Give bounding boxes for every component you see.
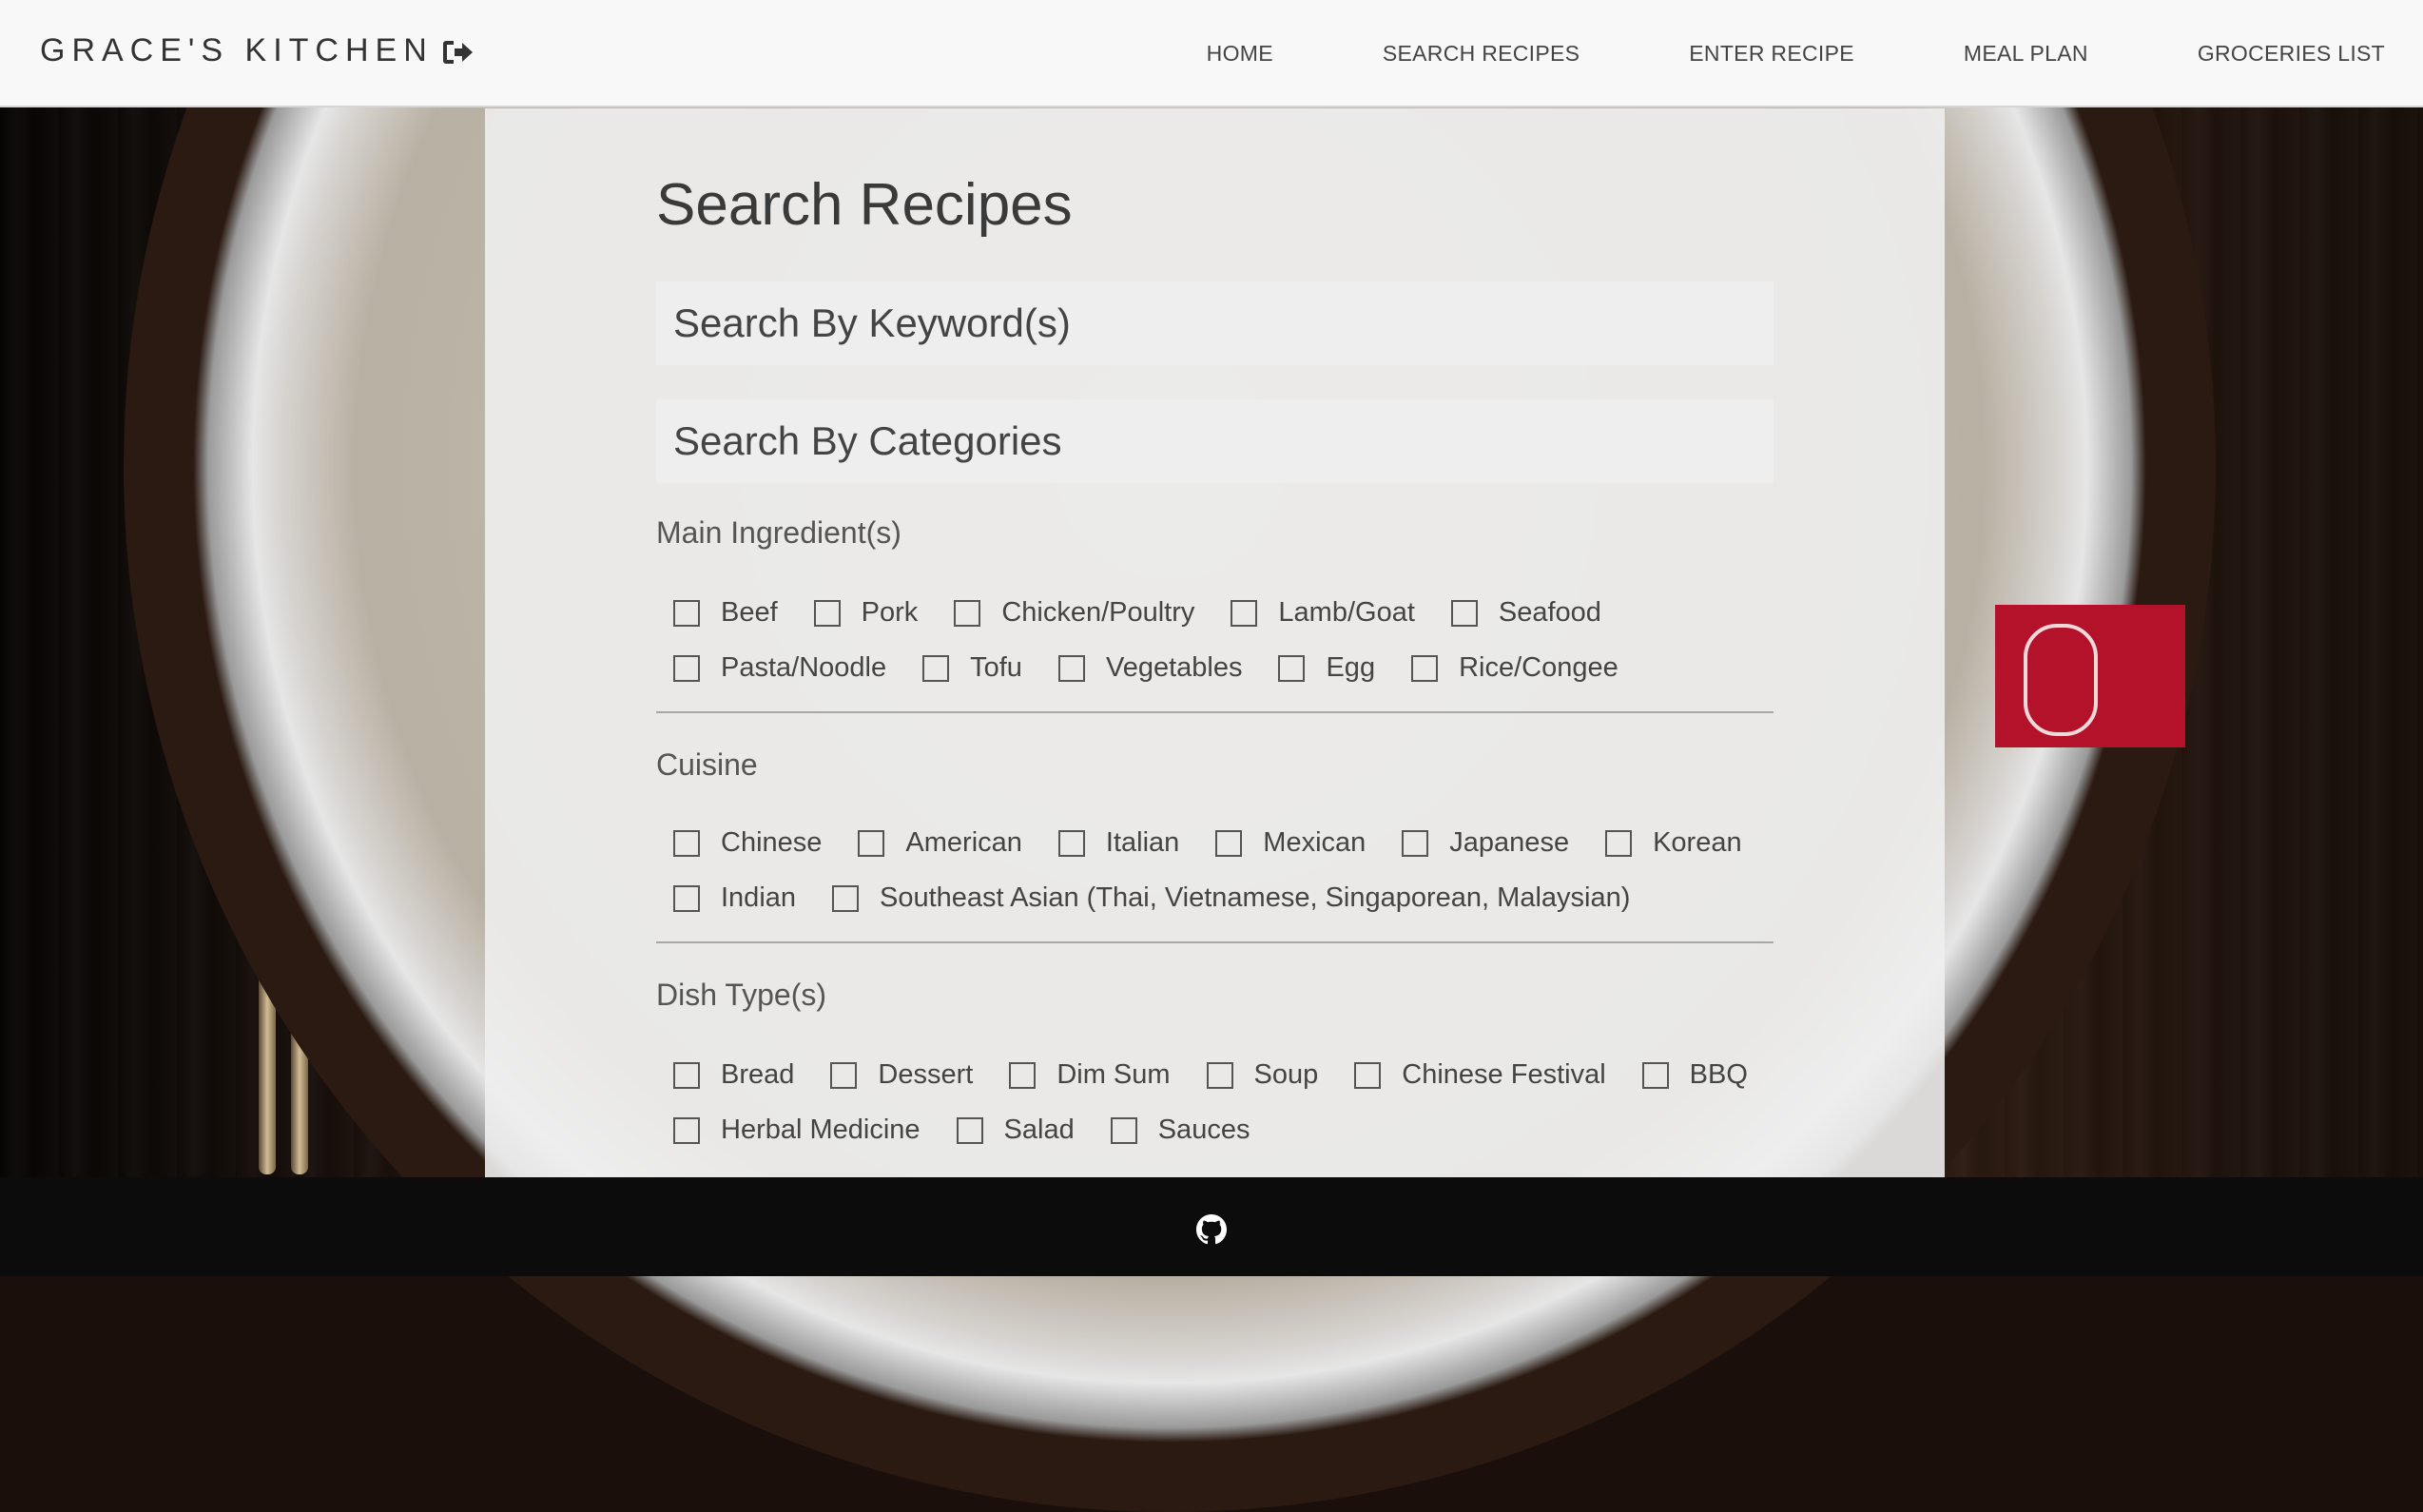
option-rice-congee[interactable]: Rice/Congee [1411, 652, 1619, 684]
option-dessert[interactable]: Dessert [830, 1059, 973, 1091]
checkbox[interactable] [673, 599, 700, 627]
option-mexican[interactable]: Mexican [1215, 827, 1366, 859]
checkbox[interactable] [1110, 1116, 1137, 1144]
checkbox[interactable] [813, 599, 841, 627]
cuisine-row-1: Chinese American Italian Mexican Japanes… [673, 827, 1778, 859]
category-search-input[interactable] [656, 399, 1774, 483]
option-soup[interactable]: Soup [1206, 1059, 1318, 1091]
option-seafood[interactable]: Seafood [1450, 597, 1601, 629]
checkbox[interactable] [1215, 829, 1243, 857]
option-korean[interactable]: Korean [1605, 827, 1742, 859]
top-navbar: GRACE'S KITCHEN HOME SEARCH RECIPES ENTE… [0, 0, 2423, 107]
main-ingredients-row-1: Beef Pork Chicken/Poultry Lamb/Goat Seaf… [673, 597, 1638, 629]
option-sauces[interactable]: Sauces [1110, 1115, 1250, 1146]
nav-groceries-list[interactable]: GROCERIES LIST [2198, 41, 2385, 67]
nav-search-recipes[interactable]: SEARCH RECIPES [1383, 41, 1580, 67]
checkbox[interactable] [673, 1061, 700, 1089]
option-vegetables[interactable]: Vegetables [1057, 652, 1242, 684]
option-tofu[interactable]: Tofu [922, 652, 1022, 684]
checkbox[interactable] [1605, 829, 1633, 857]
option-herbal-medicine[interactable]: Herbal Medicine [673, 1115, 921, 1146]
nav-home[interactable]: HOME [1207, 41, 1273, 67]
checkbox[interactable] [1354, 1061, 1382, 1089]
checkbox[interactable] [922, 654, 950, 682]
option-chicken-poultry[interactable]: Chicken/Poultry [954, 597, 1194, 629]
checkbox[interactable] [673, 654, 700, 682]
checkbox[interactable] [954, 599, 981, 627]
option-lamb-goat[interactable]: Lamb/Goat [1231, 597, 1415, 629]
checkbox[interactable] [1057, 654, 1085, 682]
checkbox[interactable] [1402, 829, 1429, 857]
section-divider [656, 941, 1774, 943]
checkbox[interactable] [1411, 654, 1439, 682]
checkbox[interactable] [1206, 1061, 1233, 1089]
checkbox[interactable] [1641, 1061, 1669, 1089]
main-nav: HOME SEARCH RECIPES ENTER RECIPE MEAL PL… [1097, 0, 2385, 107]
checkbox[interactable] [1450, 599, 1478, 627]
github-icon[interactable] [1196, 1214, 1227, 1245]
option-american[interactable]: American [858, 827, 1022, 859]
checkbox[interactable] [858, 829, 885, 857]
option-pasta-noodle[interactable]: Pasta/Noodle [673, 652, 886, 684]
option-indian[interactable]: Indian [673, 882, 796, 914]
option-southeast-asian[interactable]: Southeast Asian (Thai, Vietnamese, Singa… [832, 882, 1630, 914]
option-bread[interactable]: Bread [673, 1059, 794, 1091]
page-title: Search Recipes [656, 172, 1073, 238]
brand-logo[interactable]: GRACE'S KITCHEN [40, 32, 434, 69]
cuisine-heading: Cuisine [656, 747, 758, 782]
dish-types-row-1: Bread Dessert Dim Sum Soup Chinese Festi… [673, 1059, 1784, 1091]
bowl-decoration [1995, 605, 2185, 747]
dish-types-row-2: Herbal Medicine Salad Sauces [673, 1115, 1286, 1146]
option-bbq[interactable]: BBQ [1641, 1059, 1748, 1091]
checkbox[interactable] [673, 884, 700, 912]
option-egg[interactable]: Egg [1278, 652, 1375, 684]
checkbox[interactable] [1278, 654, 1306, 682]
keyword-search-input[interactable] [656, 281, 1774, 365]
cuisine-row-2: Indian Southeast Asian (Thai, Vietnamese… [673, 882, 1666, 914]
checkbox[interactable] [1231, 599, 1258, 627]
sign-out-icon[interactable] [441, 38, 474, 67]
option-chinese[interactable]: Chinese [673, 827, 822, 859]
checkbox[interactable] [956, 1116, 983, 1144]
section-divider [656, 711, 1774, 713]
checkbox[interactable] [830, 1061, 858, 1089]
checkbox[interactable] [673, 1116, 700, 1144]
main-ingredients-row-2: Pasta/Noodle Tofu Vegetables Egg Rice/Co… [673, 652, 1655, 684]
option-dim-sum[interactable]: Dim Sum [1009, 1059, 1171, 1091]
dish-types-heading: Dish Type(s) [656, 978, 827, 1012]
option-salad[interactable]: Salad [956, 1115, 1075, 1146]
nav-enter-recipe[interactable]: ENTER RECIPE [1689, 41, 1854, 67]
checkbox[interactable] [832, 884, 860, 912]
checkbox[interactable] [1009, 1061, 1037, 1089]
checkbox[interactable] [1057, 829, 1085, 857]
search-panel: Search Recipes Main Ingredient(s) Beef P… [485, 108, 1945, 1177]
option-pork[interactable]: Pork [813, 597, 918, 629]
option-italian[interactable]: Italian [1057, 827, 1179, 859]
nav-meal-plan[interactable]: MEAL PLAN [1964, 41, 2088, 67]
checkbox[interactable] [673, 829, 700, 857]
option-beef[interactable]: Beef [673, 597, 778, 629]
option-japanese[interactable]: Japanese [1402, 827, 1569, 859]
main-ingredients-heading: Main Ingredient(s) [656, 515, 901, 550]
option-chinese-festival[interactable]: Chinese Festival [1354, 1059, 1606, 1091]
